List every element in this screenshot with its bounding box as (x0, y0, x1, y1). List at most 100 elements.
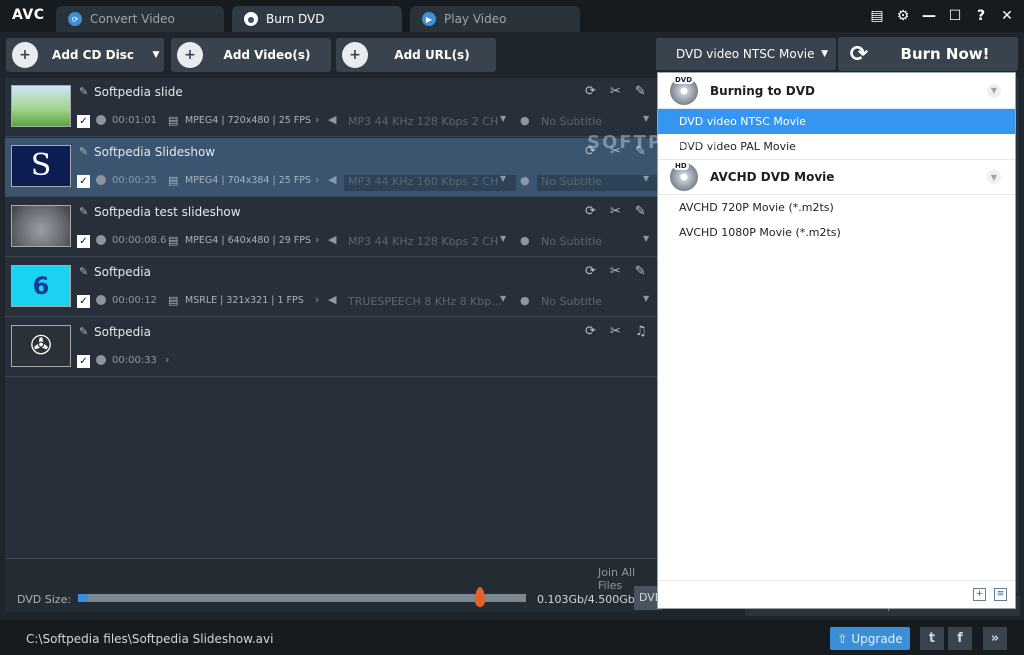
audio-track-select[interactable]: TRUESPEECH 8 KHz 8 Kbp... (344, 295, 516, 311)
disc-icon: ● (244, 12, 258, 26)
pencil-icon[interactable]: ✎ (79, 325, 88, 338)
add-cd-disc-button[interactable]: + Add CD Disc ▼ (6, 38, 164, 72)
button-label: Upgrade (851, 631, 903, 646)
effects-icon[interactable]: ✎ (635, 84, 646, 99)
rotate-icon[interactable]: ⟳ (585, 264, 596, 279)
video-thumbnail: 6 (11, 265, 71, 307)
group-avchd-dvd[interactable]: HD AVCHD DVD Movie ▼ (658, 159, 1015, 195)
speaker-icon: ◀ (328, 113, 337, 126)
rotate-icon[interactable]: ⟳ (585, 324, 596, 339)
chevron-right-icon: › (315, 113, 320, 126)
audio-track-select[interactable]: MP3 44 KHz 160 Kbps 2 CH (344, 175, 516, 191)
video-info: MSRLE | 321x321 | 1 FPS (185, 295, 304, 306)
file-checkbox[interactable]: ✓ (77, 115, 90, 128)
burn-now-button[interactable]: ⟳ Burn Now! (838, 37, 1018, 71)
option-dvd-ntsc[interactable]: DVD video NTSC Movie (658, 109, 1015, 134)
tab-convert-video[interactable]: ⟳ Convert Video (56, 6, 224, 32)
audio-track-select[interactable]: MP3 44 KHz 128 Kbps 2 CH (344, 235, 516, 251)
app-logo: AVC (12, 7, 45, 23)
video-thumbnail (11, 85, 71, 127)
group-burning-to-dvd[interactable]: DVD Burning to DVD ▼ (658, 73, 1015, 109)
button-label: Add CD Disc (52, 48, 134, 62)
tab-play-video[interactable]: ▶ Play Video (410, 6, 580, 32)
dvd-disc-icon: DVD (670, 75, 698, 105)
button-label: Burn Now! (900, 45, 990, 63)
subtitle-icon: ● (520, 294, 530, 307)
rotate-icon[interactable]: ⟳ (585, 204, 596, 219)
minimize-icon[interactable]: — (918, 5, 940, 27)
tab-burn-dvd[interactable]: ● Burn DVD (232, 6, 402, 32)
pencil-icon[interactable]: ✎ (79, 145, 88, 158)
file-list: ✎ Softpedia slide ✓ 00:01:01 ▤ MPEG4 | 7… (5, 78, 657, 558)
film-icon: ▤ (168, 294, 179, 307)
file-checkbox[interactable]: ✓ (77, 235, 90, 248)
profile-value: DVD video NTSC Movie (676, 47, 815, 61)
subtitle-select[interactable]: No Subtitle (537, 295, 657, 311)
file-row[interactable]: ✎ Softpedia slide ✓ 00:01:01 ▤ MPEG4 | 7… (5, 78, 657, 137)
chevron-down-icon: ▼ (643, 174, 650, 183)
music-icon[interactable]: ♫ (635, 324, 647, 339)
dvd-size-fill (78, 594, 89, 602)
add-profile-icon[interactable]: + (973, 588, 986, 601)
audio-track-select[interactable]: MP3 44 KHz 128 Kbps 2 CH (344, 115, 516, 131)
chevron-down-icon[interactable]: ▼ (987, 170, 1001, 184)
chevron-down-icon: ▼ (500, 294, 507, 303)
file-duration: 00:00:08.6 (112, 235, 167, 246)
button-label: Add Video(s) (223, 48, 311, 62)
output-profile-select[interactable]: DVD video NTSC Movie ▼ (656, 38, 836, 70)
close-icon[interactable]: ✕ (996, 5, 1018, 27)
effects-icon[interactable]: ✎ (635, 264, 646, 279)
watermark: SOFTPEDIA (587, 132, 719, 153)
file-checkbox[interactable]: ✓ (77, 295, 90, 308)
file-row[interactable]: ✇ ✎ Softpedia ✓ 00:00:33 › ⟳ ✂ ♫ (5, 318, 657, 377)
file-duration: 00:00:33 (112, 355, 157, 366)
file-duration: 00:01:01 (112, 115, 157, 126)
chevron-right-icon: › (315, 293, 320, 306)
chevron-down-icon: ▼ (821, 49, 828, 59)
film-icon: ▤ (168, 114, 179, 127)
tab-label: Burn DVD (266, 12, 325, 26)
pencil-icon[interactable]: ✎ (79, 205, 88, 218)
film-reel-icon: ✇ (11, 325, 71, 367)
maximize-icon[interactable]: ☐ (944, 5, 966, 27)
subtitle-select[interactable]: No Subtitle (537, 115, 657, 131)
pencil-icon[interactable]: ✎ (79, 85, 88, 98)
file-name: Softpedia Slideshow (94, 145, 216, 159)
add-url-button[interactable]: + Add URL(s) (336, 38, 496, 72)
file-row[interactable]: ✎ Softpedia test slideshow ✓ 00:00:08.6 … (5, 198, 657, 257)
gear-icon[interactable]: ⚙ (892, 5, 914, 27)
facebook-icon[interactable]: f (948, 627, 972, 650)
pencil-icon[interactable]: ✎ (79, 265, 88, 278)
file-row[interactable]: 6 ✎ Softpedia ✓ 00:00:12 ▤ MSRLE | 321x3… (5, 258, 657, 317)
scissors-icon[interactable]: ✂ (610, 84, 621, 99)
scissors-icon[interactable]: ✂ (610, 264, 621, 279)
scissors-icon[interactable]: ✂ (610, 204, 621, 219)
upgrade-button[interactable]: ⇧ Upgrade (830, 627, 910, 650)
rotate-icon[interactable]: ⟳ (585, 84, 596, 99)
twitter-icon[interactable]: t (920, 627, 944, 650)
option-avchd-720p[interactable]: AVCHD 720P Movie (*.m2ts) (658, 195, 1015, 220)
chevron-down-icon[interactable]: ▼ (987, 83, 1001, 98)
more-icon[interactable]: » (983, 627, 1007, 650)
file-name: Softpedia (94, 325, 151, 339)
file-name: Softpedia test slideshow (94, 205, 241, 219)
file-checkbox[interactable]: ✓ (77, 355, 90, 368)
chevron-down-icon[interactable]: ▼ (148, 50, 164, 60)
file-checkbox[interactable]: ✓ (77, 175, 90, 188)
file-name: Softpedia (94, 265, 151, 279)
menu-icon[interactable]: ▤ (866, 5, 888, 27)
add-disc-icon: + (12, 42, 38, 68)
file-duration: 00:00:12 (112, 295, 157, 306)
subtitle-select[interactable]: No Subtitle (537, 235, 657, 251)
globe-icon: + (342, 42, 368, 68)
effects-icon[interactable]: ✎ (635, 204, 646, 219)
add-videos-button[interactable]: + Add Video(s) (171, 38, 331, 72)
subtitle-select[interactable]: No Subtitle (537, 175, 657, 191)
file-name: Softpedia slide (94, 85, 183, 99)
help-icon[interactable]: ? (970, 5, 992, 27)
scissors-icon[interactable]: ✂ (610, 324, 621, 339)
option-avchd-1080p[interactable]: AVCHD 1080P Movie (*.m2ts) (658, 220, 1015, 245)
size-limit-marker[interactable] (475, 587, 485, 607)
file-row[interactable]: S ✎ Softpedia Slideshow ✓ 00:00:25 ▤ MPE… (5, 138, 657, 197)
edit-profile-icon[interactable]: ≡ (994, 588, 1007, 601)
